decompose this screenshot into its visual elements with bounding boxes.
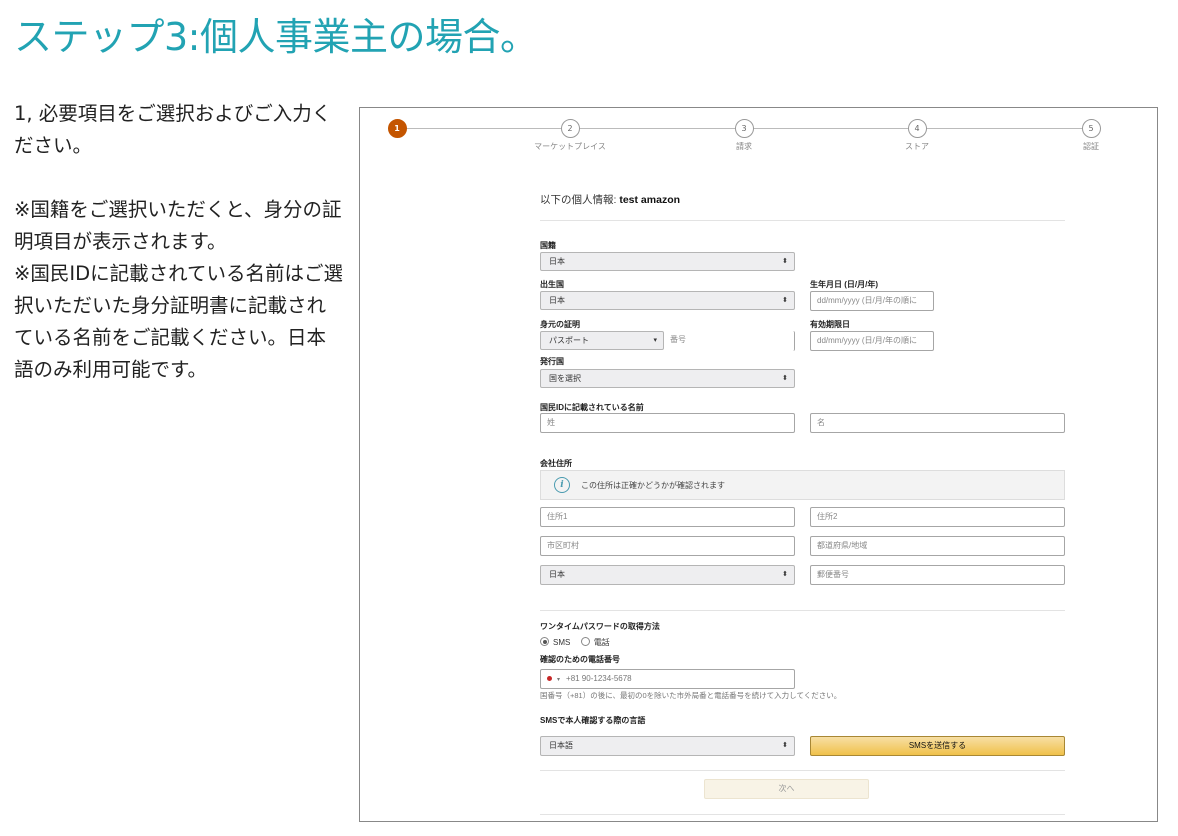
form-header: 以下の個人情報: test amazon xyxy=(540,192,680,207)
step-circle: 3 xyxy=(734,119,754,138)
address-info-box: i この住所は正確かどうかが確認されます xyxy=(540,470,1065,500)
step-label: 請求 xyxy=(736,142,752,151)
instruction-note-name: ※国民IDに記載されている名前はご選択いただいた身分証明書に記載されている名前を… xyxy=(14,262,344,381)
postal-code-input[interactable]: 郵便番号 xyxy=(810,565,1065,585)
form-header-name: test amazon xyxy=(619,194,681,206)
step-4-store: 4 ストア xyxy=(857,119,977,152)
otp-method-radios: SMS 電話 xyxy=(540,637,610,648)
last-name-input[interactable]: 姓 xyxy=(540,413,795,433)
company-address-label: 会社住所 xyxy=(540,459,572,468)
step-circle: 2 xyxy=(560,119,580,138)
divider xyxy=(540,814,1065,815)
step-5-verification: 5 認証 xyxy=(1031,119,1151,152)
otp-method-label: ワンタイムパスワードの取得方法 xyxy=(540,622,660,631)
nationality-label: 国籍 xyxy=(540,241,556,250)
phone-radio-label[interactable]: 電話 xyxy=(594,638,610,647)
select-arrow-icon: ▾ xyxy=(653,337,657,344)
nationality-select[interactable]: 日本 ⬍ xyxy=(540,252,795,271)
sms-radio[interactable] xyxy=(540,637,549,647)
expiry-label: 有効期限日 xyxy=(810,320,850,329)
birth-country-value: 日本 xyxy=(549,296,565,305)
phone-input[interactable]: ▾ +81 90-1234-5678 xyxy=(540,669,795,689)
step-circle: 1 xyxy=(387,119,407,138)
sms-radio-label[interactable]: SMS xyxy=(553,638,570,647)
step-circle: 4 xyxy=(907,119,927,138)
sms-language-value: 日本語 xyxy=(549,741,573,750)
id-type-value: パスポート xyxy=(549,336,589,345)
id-number-input[interactable]: 番号 xyxy=(664,331,795,351)
issuing-country-select[interactable]: 国を選択 ⬍ xyxy=(540,369,795,388)
prefecture-input[interactable]: 都道府県/地域 xyxy=(810,536,1065,556)
step-1: 1 xyxy=(360,119,457,141)
divider xyxy=(540,770,1065,771)
select-arrow-icon: ⬍ xyxy=(782,742,788,749)
expiry-date-input[interactable]: dd/mm/yyyy (日/月/年の順に xyxy=(810,331,934,351)
step-label: ストア xyxy=(905,142,929,151)
progress-stepper: 1 2 マーケットプレイス 3 請求 4 ストア 5 認証 xyxy=(360,108,1157,168)
birth-country-label: 出生国 xyxy=(540,280,564,289)
phone-help-text: 国番号（+81）の後に、最初の0を除いた市外局番と電話番号を続けて入力してくださ… xyxy=(540,691,842,700)
city-input[interactable]: 市区町村 xyxy=(540,536,795,556)
form-header-prefix: 以下の個人情報: xyxy=(540,194,620,206)
name-on-id-label: 国民IDに記載されている名前 xyxy=(540,403,644,412)
phone-radio[interactable] xyxy=(580,637,590,647)
send-sms-button[interactable]: SMSを送信する xyxy=(810,736,1065,756)
phone-placeholder: +81 90-1234-5678 xyxy=(566,674,632,683)
divider xyxy=(540,220,1065,221)
birth-country-select[interactable]: 日本 ⬍ xyxy=(540,291,795,310)
step-label: マーケットプレイス xyxy=(534,142,606,151)
birth-date-input[interactable]: dd/mm/yyyy (日/月/年の順に xyxy=(810,291,934,311)
address-country-select[interactable]: 日本 ⬍ xyxy=(540,565,795,585)
issuing-country-label: 発行国 xyxy=(540,357,564,366)
id-proof-label: 身元の証明 xyxy=(540,320,580,329)
select-arrow-icon: ⬍ xyxy=(782,258,788,265)
page-title: ステップ3:個人事業主の場合。 xyxy=(14,15,538,59)
first-name-input[interactable]: 名 xyxy=(810,413,1065,433)
divider xyxy=(540,610,1065,611)
select-arrow-icon: ⬍ xyxy=(782,571,788,578)
sms-language-label: SMSで本人確認する際の言語 xyxy=(540,716,646,725)
select-arrow-icon: ⬍ xyxy=(782,297,788,304)
id-type-select[interactable]: パスポート ▾ xyxy=(540,331,664,350)
japan-flag-icon[interactable] xyxy=(547,676,552,681)
birth-date-label: 生年月日 (日/月/年) xyxy=(810,280,878,289)
form-screenshot-frame: 1 2 マーケットプレイス 3 請求 4 ストア 5 認証 以下の個人情報: t… xyxy=(359,107,1158,822)
step-3-billing: 3 請求 xyxy=(684,119,804,152)
issuing-country-value: 国を選択 xyxy=(549,374,581,383)
select-arrow-icon: ⬍ xyxy=(782,375,788,382)
instruction-note-nationality: ※国籍をご選択いただくと、身分の証明項目が表示されます。 xyxy=(14,198,342,253)
address2-input[interactable]: 住所2 xyxy=(810,507,1065,527)
phone-label: 確認のための電話番号 xyxy=(540,655,620,664)
step-circle: 5 xyxy=(1081,119,1101,138)
instructions: 1, 必要項目をご選択およびご入力ください。 ※国籍をご選択いただくと、身分の証… xyxy=(14,98,344,386)
sms-language-select[interactable]: 日本語 ⬍ xyxy=(540,736,795,756)
step-label: 認証 xyxy=(1083,142,1099,151)
nationality-value: 日本 xyxy=(549,257,565,266)
step-2-marketplace: 2 マーケットプレイス xyxy=(510,119,630,152)
address-info-text: この住所は正確かどうかが確認されます xyxy=(581,481,725,490)
next-button[interactable]: 次へ xyxy=(704,779,869,799)
info-icon: i xyxy=(554,477,570,493)
instruction-step-1: 1, 必要項目をご選択およびご入力ください。 xyxy=(14,102,332,157)
chevron-down-icon[interactable]: ▾ xyxy=(557,677,560,683)
address-country-value: 日本 xyxy=(549,570,565,579)
address1-input[interactable]: 住所1 xyxy=(540,507,795,527)
